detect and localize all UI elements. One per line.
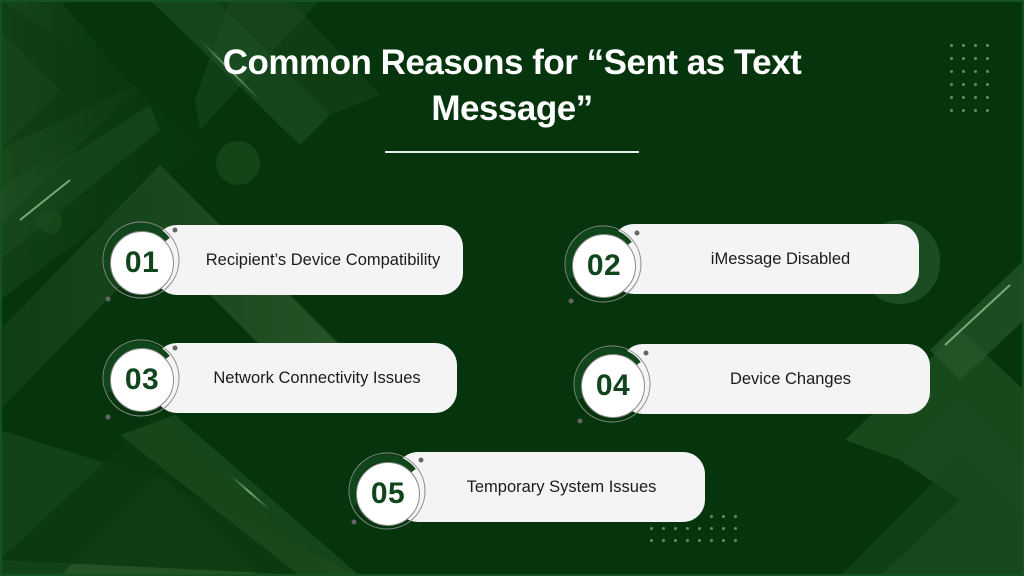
- dot-grid-decoration: [950, 44, 989, 112]
- reason-pill: iMessage Disabled: [612, 224, 919, 294]
- reason-label: Network Connectivity Issues: [213, 368, 421, 387]
- reason-number: 04: [581, 354, 645, 418]
- reason-pill: Temporary System Issues: [396, 452, 705, 522]
- reason-number: 05: [356, 462, 420, 526]
- reason-number: 02: [572, 234, 636, 298]
- reason-number: 03: [110, 348, 174, 412]
- slide: Common Reasons for “Sent as Text Message…: [0, 0, 1024, 576]
- reason-label: Device Changes: [729, 369, 852, 388]
- reason-pill: Recipient’s Device Compatibility: [155, 225, 463, 295]
- bg-band: [930, 260, 1024, 380]
- bg-circle: [216, 141, 260, 185]
- bg-circle: [38, 210, 62, 234]
- reason-pill: Device Changes: [621, 344, 930, 414]
- reason-label: Recipient’s Device Compatibility: [205, 250, 441, 269]
- reason-pill: Network Connectivity Issues: [155, 343, 457, 413]
- title-divider: [385, 151, 639, 153]
- reason-label: Temporary System Issues: [466, 477, 657, 496]
- reason-label: iMessage Disabled: [710, 249, 851, 268]
- slide-title: Common Reasons for “Sent as Text Message…: [222, 43, 802, 128]
- reason-number: 01: [110, 231, 174, 295]
